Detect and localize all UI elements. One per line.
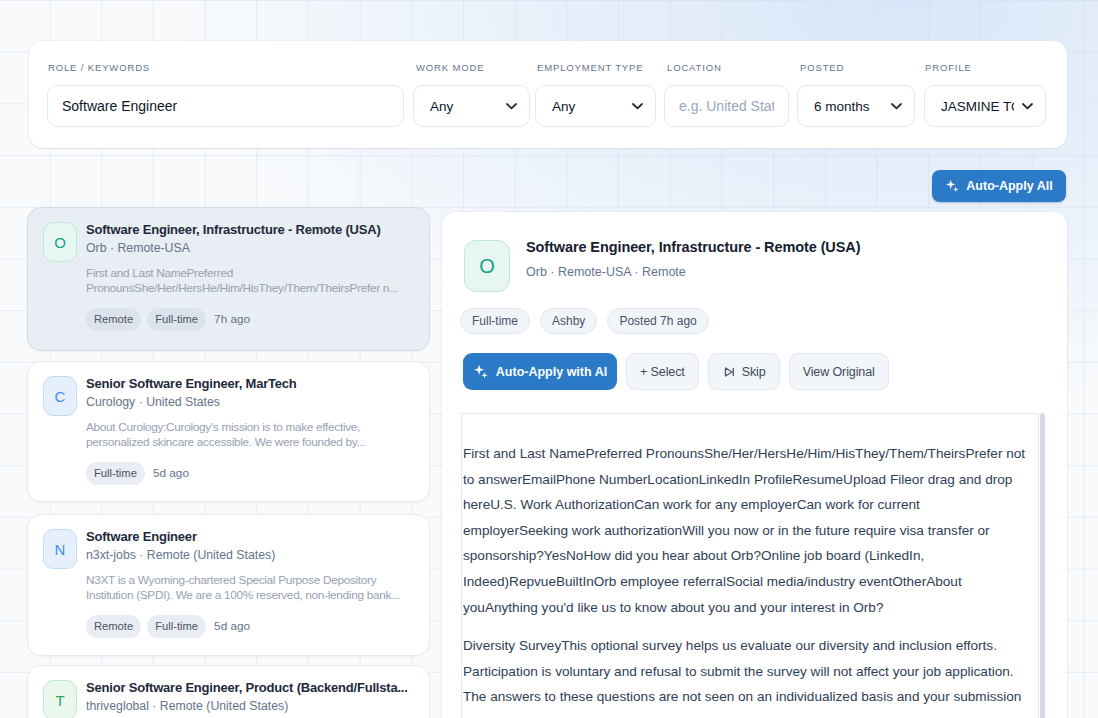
profile-value: JASMINE TORRES <box>941 99 1014 114</box>
posted-value: 6 months <box>814 99 883 114</box>
skip-icon <box>722 365 736 379</box>
auto-apply-all-button[interactable]: Auto-Apply All <box>932 170 1066 202</box>
location-input-wrap <box>664 85 789 127</box>
select-button[interactable]: + Select <box>626 353 699 390</box>
job-title: Software Engineer <box>86 529 421 544</box>
job-posted-time: 5d ago <box>153 466 189 480</box>
job-card-n3xt[interactable]: N Software Engineer n3xt-jobs · Remote (… <box>27 514 430 656</box>
auto-apply-label: Auto-Apply with AI <box>496 365 607 379</box>
chevron-down-icon <box>632 103 643 110</box>
job-detail-panel: O Software Engineer, Infrastructure - Re… <box>442 212 1067 718</box>
description-paragraph: First and Last NamePreferred PronounsShe… <box>463 441 1037 620</box>
view-original-label: View Original <box>803 365 875 379</box>
tag-fulltime: Full-time <box>86 462 145 485</box>
select-label: + Select <box>640 365 685 379</box>
job-title: Software Engineer, Infrastructure - Remo… <box>86 222 421 237</box>
profile-select[interactable]: JASMINE TORRES <box>924 85 1046 127</box>
auto-apply-button[interactable]: Auto-Apply with AI <box>463 353 617 390</box>
description-paragraph: Diversity SurveyThis optional survey hel… <box>463 633 1037 710</box>
sparkle-icon <box>473 364 488 379</box>
work-mode-select[interactable]: Any <box>413 85 530 127</box>
posted-select[interactable]: 6 months <box>797 85 915 127</box>
work-mode-label: WORK MODE <box>416 62 484 73</box>
job-company-location: Curology · United States <box>86 395 421 409</box>
chevron-down-icon <box>1022 103 1033 110</box>
badge-fulltime: Full-time <box>460 308 530 334</box>
job-company-location: Orb · Remote-USA <box>86 241 421 255</box>
employment-type-value: Any <box>552 99 624 114</box>
job-description-preview: N3XT is a Wyoming-chartered Special Purp… <box>86 573 421 604</box>
work-mode-value: Any <box>430 99 498 114</box>
company-avatar: O <box>464 240 510 292</box>
detail-actions: Auto-Apply with AI + Select Skip View Or… <box>463 353 889 390</box>
company-avatar: T <box>43 680 77 718</box>
job-description[interactable]: First and Last NamePreferred PronounsShe… <box>461 413 1039 718</box>
detail-badges: Full-time Ashby Posted 7h ago <box>460 308 709 334</box>
company-avatar: N <box>43 529 77 569</box>
filter-bar: ROLE / KEYWORDS WORK MODE Any EMPLOYMENT… <box>29 41 1067 148</box>
role-input[interactable] <box>48 86 403 126</box>
job-card-orb[interactable]: O Software Engineer, Infrastructure - Re… <box>27 207 430 351</box>
description-scrollbar[interactable] <box>1040 413 1045 718</box>
role-input-wrap <box>47 85 404 127</box>
tag-remote: Remote <box>86 308 141 331</box>
job-description-preview: About Curology:Curology's mission is to … <box>86 420 421 451</box>
location-label: LOCATION <box>667 62 722 73</box>
sparkle-icon <box>945 179 959 193</box>
tag-fulltime: Full-time <box>147 308 206 331</box>
tag-fulltime: Full-time <box>147 615 206 638</box>
posted-label: POSTED <box>800 62 844 73</box>
job-description-preview: First and Last NamePreferred PronounsShe… <box>86 266 421 297</box>
job-card-curology[interactable]: C Senior Software Engineer, MarTech Curo… <box>27 361 430 502</box>
job-posted-time: 5d ago <box>214 619 250 633</box>
badge-source: Ashby <box>540 308 597 334</box>
skip-label: Skip <box>742 365 766 379</box>
job-card-thriveglobal[interactable]: T Senior Software Engineer, Product (Bac… <box>27 665 430 718</box>
skip-button[interactable]: Skip <box>708 353 780 390</box>
detail-company-location: Orb · Remote-USA · Remote <box>526 265 686 279</box>
job-posted-time: 7h ago <box>214 312 250 326</box>
profile-label: PROFILE <box>925 62 972 73</box>
chevron-down-icon <box>891 103 902 110</box>
company-avatar: O <box>43 222 77 262</box>
job-title: Senior Software Engineer, MarTech <box>86 376 421 391</box>
employment-type-label: EMPLOYMENT TYPE <box>537 62 643 73</box>
badge-posted: Posted 7h ago <box>607 308 708 334</box>
role-label: ROLE / KEYWORDS <box>48 62 150 73</box>
detail-job-title: Software Engineer, Infrastructure - Remo… <box>526 239 860 255</box>
auto-apply-all-label: Auto-Apply All <box>966 179 1052 193</box>
job-title: Senior Software Engineer, Product (Backe… <box>86 680 421 695</box>
tag-remote: Remote <box>86 615 141 638</box>
view-original-button[interactable]: View Original <box>789 353 889 390</box>
job-company-location: n3xt-jobs · Remote (United States) <box>86 548 421 562</box>
company-avatar: C <box>43 376 77 416</box>
chevron-down-icon <box>506 103 517 110</box>
employment-type-select[interactable]: Any <box>535 85 656 127</box>
job-company-location: thriveglobal · Remote (United States) <box>86 699 421 713</box>
location-input[interactable] <box>665 86 788 126</box>
